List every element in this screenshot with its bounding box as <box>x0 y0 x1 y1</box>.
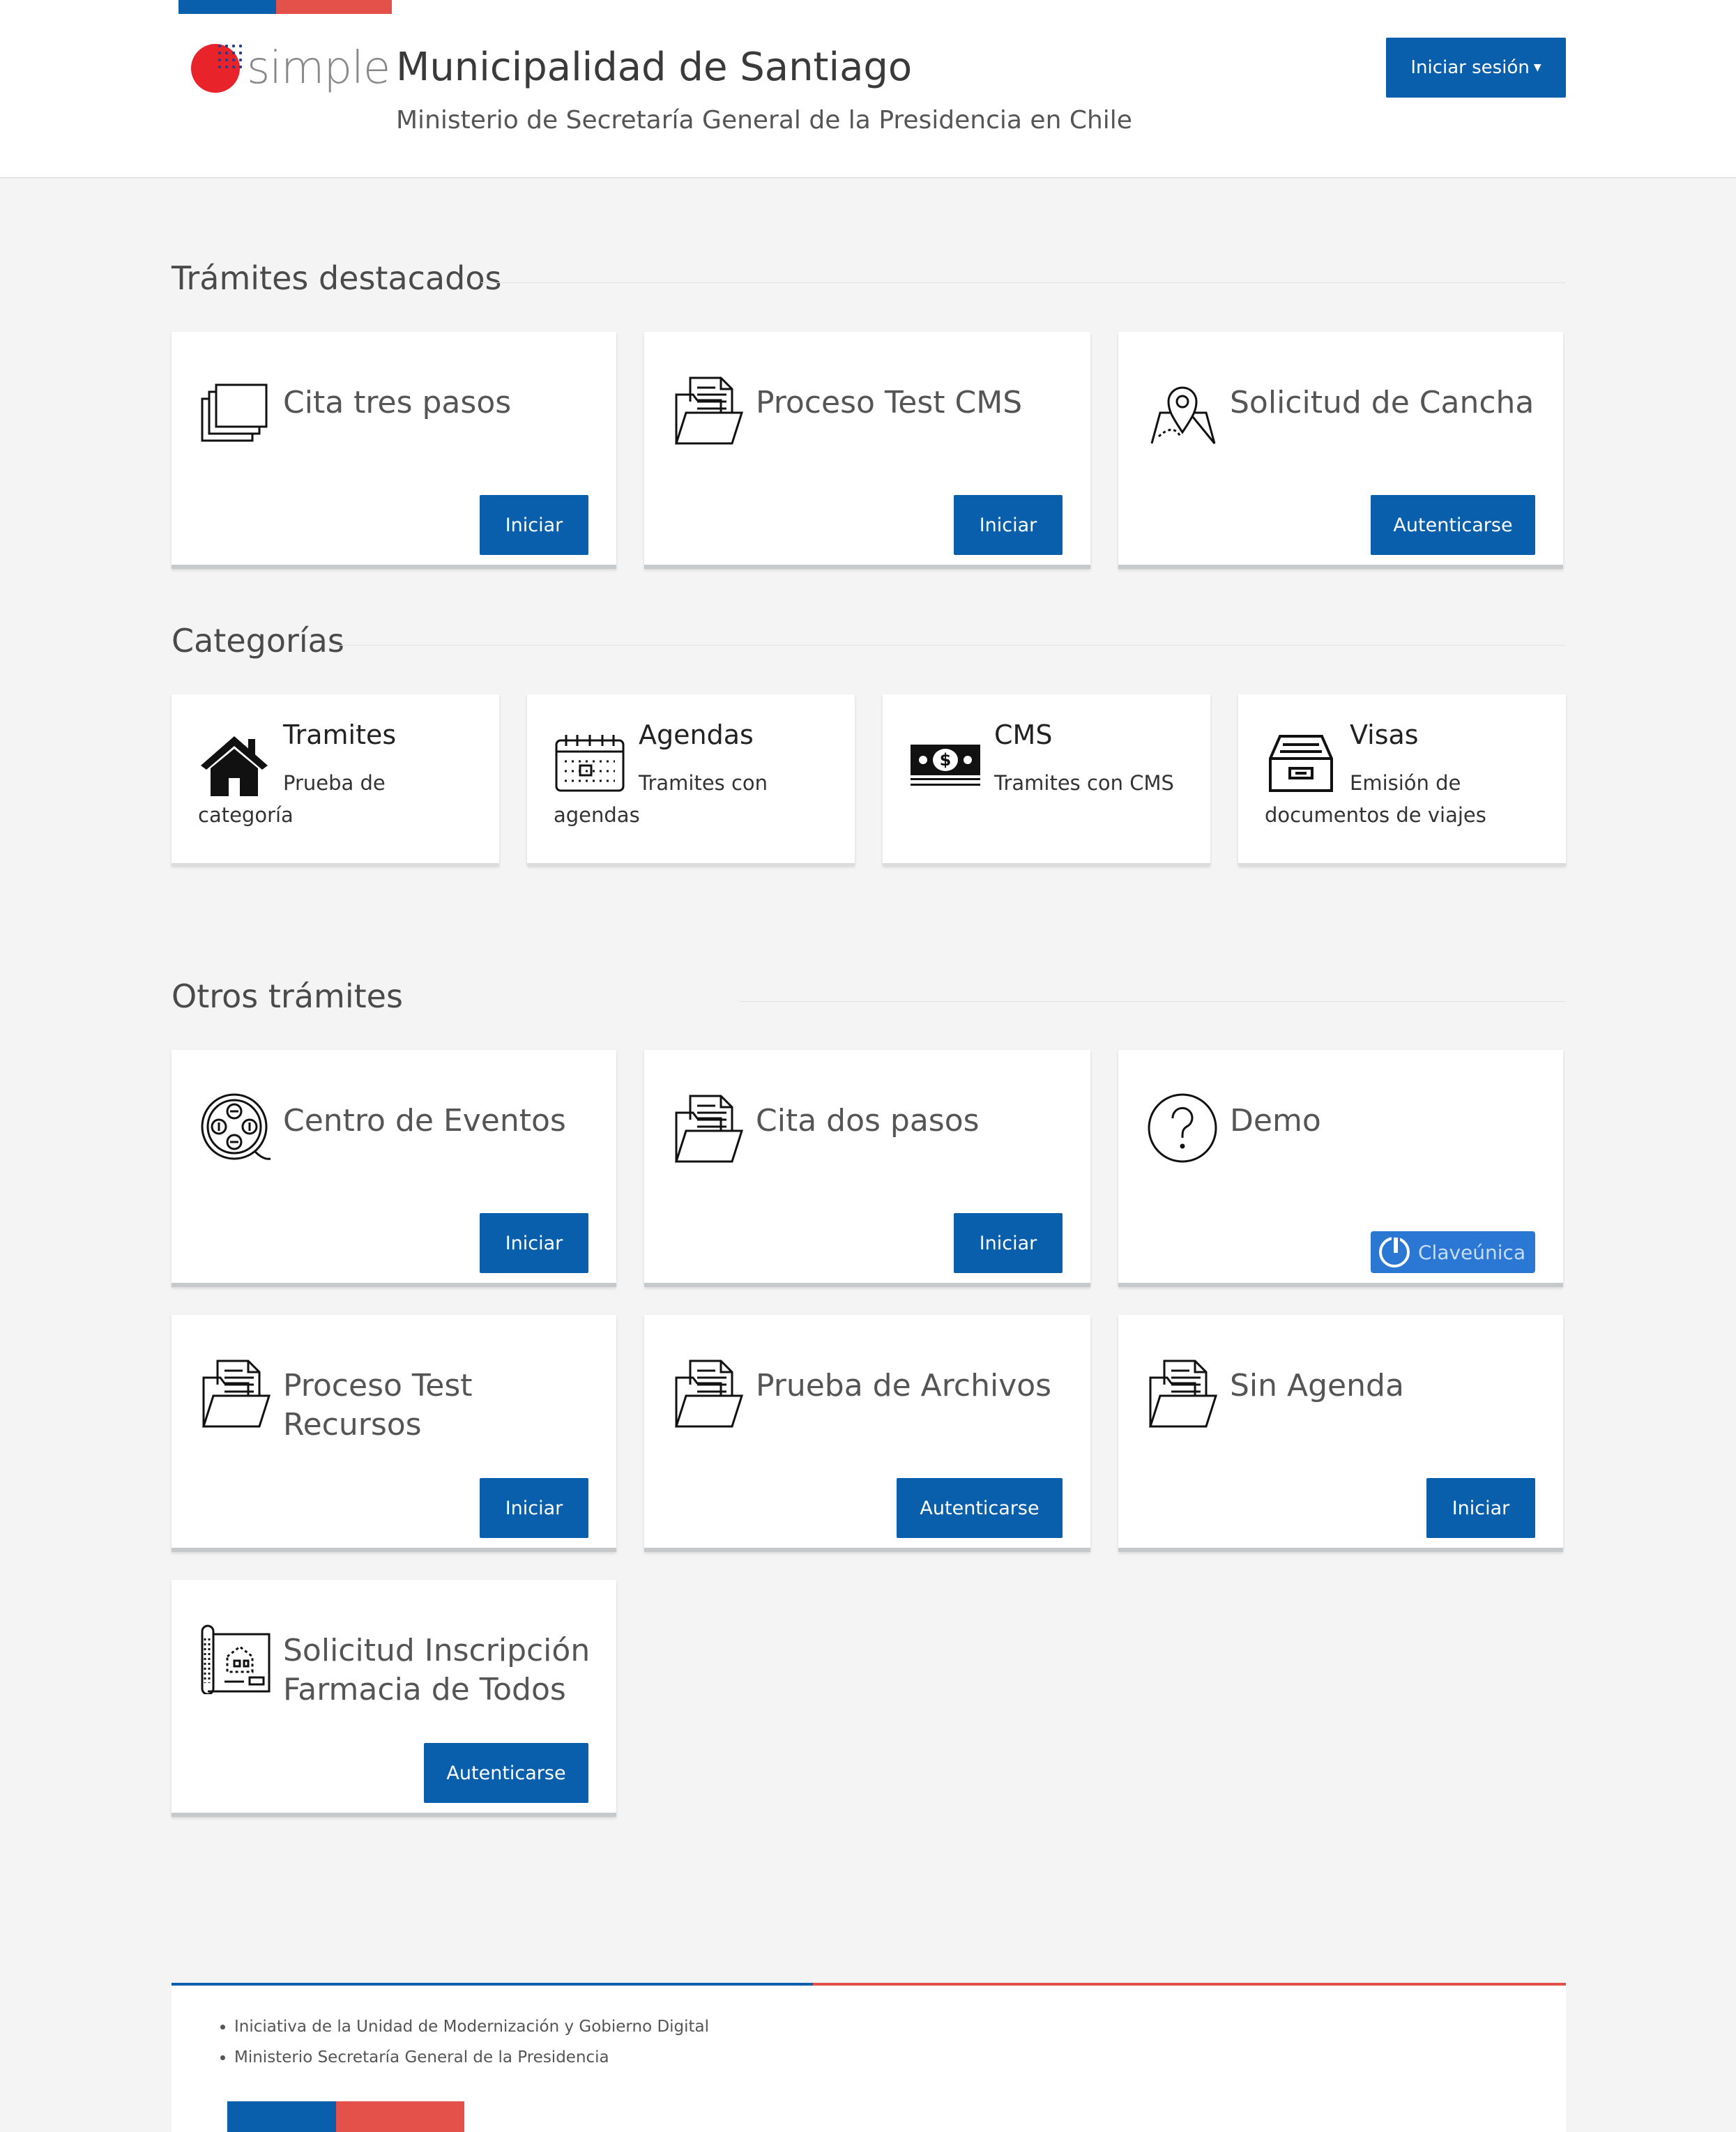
others-section-title: Otros trámites <box>172 977 403 1015</box>
featured-card-proceso-test-cms[interactable]: Proceso Test CMS Iniciar <box>644 332 1090 569</box>
featured-card-cita-tres-pasos[interactable]: Cita tres pasos Iniciar <box>172 332 616 569</box>
card-demo[interactable]: Demo Claveúnica <box>1118 1050 1563 1287</box>
card-title: Sin Agenda <box>1230 1368 1404 1403</box>
section-divider <box>739 1001 1566 1002</box>
card-title: Prueba de Archivos <box>756 1368 1052 1403</box>
claveunica-button[interactable]: Claveúnica <box>1371 1231 1535 1273</box>
claveunica-label: Claveúnica <box>1418 1240 1526 1264</box>
category-agendas[interactable]: Agendas Tramites con agendas <box>527 694 855 866</box>
card-title: Cita tres pasos <box>283 385 512 420</box>
category-description: Tramites con CMS <box>994 771 1174 795</box>
autenticarse-button[interactable]: Autenticarse <box>1371 495 1535 555</box>
autenticarse-button[interactable]: Autenticarse <box>897 1478 1063 1538</box>
card-centro-de-eventos[interactable]: Centro de Eventos Iniciar <box>172 1050 616 1287</box>
caret-down-icon: ▼ <box>1533 62 1541 73</box>
simple-logo[interactable]: simple <box>191 40 390 96</box>
iniciar-button[interactable]: Iniciar <box>1426 1478 1535 1538</box>
iniciar-button[interactable]: Iniciar <box>954 1213 1063 1273</box>
category-name: CMS <box>994 719 1053 750</box>
footer-line-red <box>813 1983 1566 1986</box>
iniciar-button[interactable]: Iniciar <box>480 495 588 555</box>
footer-links: Iniciativa de la Unidad de Modernización… <box>219 2018 709 2079</box>
flag-stripe <box>178 0 392 14</box>
logo-mark-icon <box>191 43 244 93</box>
featured-section-title: Trámites destacados <box>172 259 502 297</box>
section-divider <box>481 282 1566 283</box>
categories-section-title: Categorías <box>172 622 344 660</box>
category-visas[interactable]: Visas Emisión de documentos de viajes <box>1238 694 1566 866</box>
footer-link-ministerio[interactable]: Ministerio Secretaría General de la Pres… <box>234 2048 709 2066</box>
footer-link-modernizacion[interactable]: Iniciativa de la Unidad de Modernización… <box>234 2018 709 2036</box>
card-prueba-de-archivos[interactable]: Prueba de Archivos Autenticarse <box>644 1315 1090 1552</box>
category-cms[interactable]: $ CMS Tramites con CMS <box>883 694 1210 866</box>
category-description: Prueba de categoría <box>198 771 386 827</box>
card-sin-agenda[interactable]: Sin Agenda Iniciar <box>1118 1315 1563 1552</box>
site-subtitle: Ministerio de Secretaría General de la P… <box>396 106 1132 135</box>
login-label: Iniciar sesión <box>1410 57 1530 78</box>
iniciar-button[interactable]: Iniciar <box>480 1213 588 1273</box>
iniciar-button[interactable]: Iniciar <box>954 495 1063 555</box>
site-title: Municipalidad de Santiago <box>396 45 913 90</box>
logo-text: simple <box>247 43 390 94</box>
folder-document-icon <box>672 1092 745 1164</box>
folder-document-icon <box>672 374 745 446</box>
card-title: Proceso Test Recursos <box>283 1368 473 1442</box>
category-tramites[interactable]: Tramites Prueba de categoría <box>172 694 499 866</box>
question-icon <box>1146 1092 1219 1164</box>
card-title-line1: Solicitud Inscripción <box>283 1633 591 1668</box>
card-cita-dos-pasos[interactable]: Cita dos pasos Iniciar <box>644 1050 1090 1287</box>
iniciar-button[interactable]: Iniciar <box>480 1478 588 1538</box>
folder-document-icon <box>672 1357 745 1429</box>
card-title: Solicitud Inscripción Farmacia de Todos <box>283 1631 590 1710</box>
blueprint-icon <box>199 1622 272 1694</box>
autenticarse-button[interactable]: Autenticarse <box>424 1743 588 1803</box>
card-solicitud-inscripcion-farmacia[interactable]: Solicitud Inscripción Farmacia de Todos … <box>172 1580 616 1817</box>
card-proceso-test-recursos[interactable]: Proceso Test Recursos Iniciar <box>172 1315 616 1552</box>
power-icon <box>1379 1235 1410 1267</box>
card-title: Demo <box>1230 1103 1321 1139</box>
category-name: Agendas <box>639 719 754 750</box>
featured-card-solicitud-de-cancha[interactable]: Solicitud de Cancha Autenticarse <box>1118 332 1563 569</box>
map-pin-icon <box>1146 374 1219 446</box>
category-name: Visas <box>1350 719 1419 750</box>
category-description: Tramites con agendas <box>554 771 768 827</box>
category-description: Emisión de documentos de viajes <box>1265 771 1486 827</box>
card-title: Solicitud de Cancha <box>1230 385 1535 420</box>
category-name: Tramites <box>283 719 397 750</box>
card-title: Proceso Test CMS <box>756 385 1023 420</box>
section-divider <box>335 645 1566 646</box>
card-title-line2: Farmacia de Todos <box>283 1672 566 1707</box>
stacked-pages-icon <box>199 374 272 446</box>
footer-line-blue <box>172 1983 813 1986</box>
film-reel-icon <box>199 1092 272 1164</box>
folder-document-icon <box>199 1357 272 1429</box>
site-header: simple Municipalidad de Santiago Ministe… <box>0 0 1736 178</box>
card-title: Cita dos pasos <box>756 1103 980 1139</box>
site-footer: Iniciativa de la Unidad de Modernización… <box>172 1983 1566 2132</box>
folder-document-icon <box>1146 1357 1219 1429</box>
login-button[interactable]: Iniciar sesión ▼ <box>1386 38 1566 98</box>
card-title: Centro de Eventos <box>283 1103 566 1139</box>
footer-flag <box>227 2101 464 2132</box>
